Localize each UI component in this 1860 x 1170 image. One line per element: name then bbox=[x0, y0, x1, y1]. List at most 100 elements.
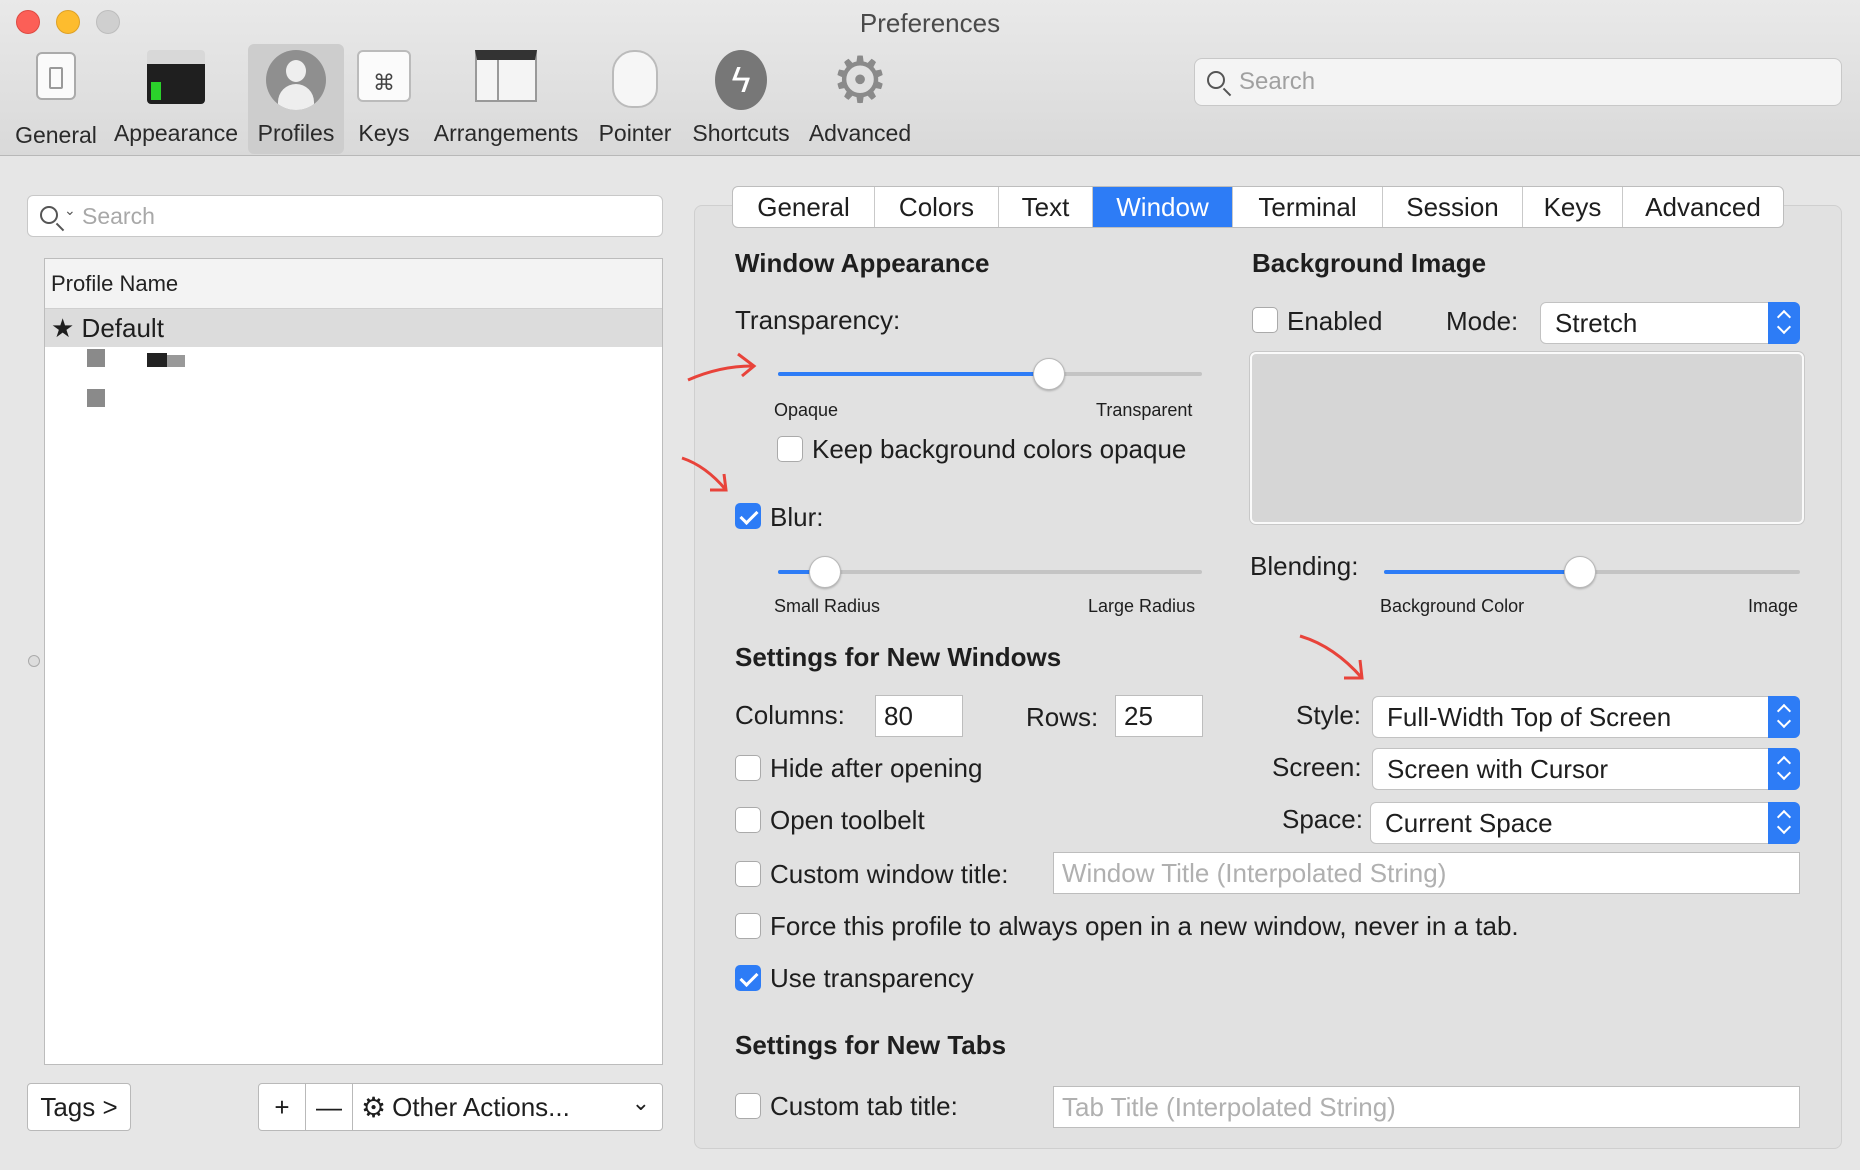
redacted-profile-icon bbox=[87, 349, 105, 367]
toolbar-keys[interactable]: ⌘ Keys bbox=[352, 44, 416, 154]
background-image-well[interactable] bbox=[1250, 352, 1804, 524]
split-view-handle[interactable] bbox=[28, 655, 40, 667]
annotation-arrow bbox=[687, 352, 757, 382]
force-new-window-label: Force this profile to always open in a n… bbox=[770, 911, 1519, 941]
profile-search-field[interactable]: ⌄ bbox=[27, 195, 663, 237]
command-key-icon: ⌘ bbox=[352, 50, 416, 114]
slider-min-label: Opaque bbox=[774, 400, 839, 420]
new-windows-heading: Settings for New Windows bbox=[735, 642, 1062, 672]
custom-window-title-label: Custom window title: bbox=[770, 859, 1009, 889]
profile-name-column-header[interactable]: Profile Name bbox=[45, 259, 662, 309]
tab-general[interactable]: General bbox=[733, 187, 875, 227]
slider-max-label: Large Radius bbox=[1088, 596, 1196, 616]
blur-checkbox[interactable] bbox=[735, 503, 761, 529]
screen-popup[interactable]: Screen with Cursor bbox=[1372, 748, 1800, 790]
arrangements-window-icon bbox=[474, 50, 538, 114]
tab-window[interactable]: Window bbox=[1093, 187, 1233, 227]
slider-max-label: Image bbox=[1748, 596, 1799, 616]
mode-label: Mode: bbox=[1446, 306, 1519, 336]
toolbar-search-input[interactable] bbox=[1239, 65, 1829, 99]
appearance-terminal-icon bbox=[144, 50, 208, 114]
profile-row-default[interactable]: ★ Default bbox=[45, 309, 662, 347]
toolbar-label: Advanced bbox=[808, 120, 912, 146]
custom-window-title-checkbox[interactable] bbox=[735, 861, 761, 887]
blending-slider[interactable] bbox=[1384, 556, 1800, 588]
redacted-profile-icon bbox=[87, 389, 105, 407]
use-transparency-checkbox[interactable] bbox=[735, 965, 761, 991]
bg-enabled-checkbox[interactable] bbox=[1252, 307, 1278, 333]
space-value: Current Space bbox=[1385, 808, 1553, 838]
slider-min-label: Small Radius bbox=[774, 596, 881, 616]
tab-text[interactable]: Text bbox=[999, 187, 1093, 227]
space-popup[interactable]: Current Space bbox=[1370, 802, 1800, 844]
force-new-window-checkbox[interactable] bbox=[735, 913, 761, 939]
window-title: Preferences bbox=[859, 8, 1001, 38]
transparency-slider[interactable] bbox=[778, 358, 1202, 390]
mode-value: Stretch bbox=[1555, 308, 1638, 338]
tab-keys[interactable]: Keys bbox=[1523, 187, 1623, 227]
remove-profile-button[interactable]: — bbox=[305, 1083, 353, 1131]
toolbar-profiles[interactable]: Profiles bbox=[248, 44, 344, 154]
search-icon bbox=[1207, 71, 1225, 89]
profile-settings-panel bbox=[694, 205, 1842, 1149]
other-actions-label: Other Actions... bbox=[392, 1091, 570, 1122]
toolbar-label: Profiles bbox=[257, 120, 335, 146]
toolbar-label: General bbox=[15, 122, 97, 148]
add-profile-button[interactable]: + bbox=[258, 1083, 306, 1131]
popup-chevrons-icon bbox=[1768, 802, 1800, 844]
slider-knob[interactable] bbox=[808, 556, 841, 588]
tab-session[interactable]: Session bbox=[1383, 187, 1523, 227]
open-toolbelt-checkbox[interactable] bbox=[735, 807, 761, 833]
hide-after-opening-label: Hide after opening bbox=[770, 753, 983, 783]
hide-after-opening-checkbox[interactable] bbox=[735, 755, 761, 781]
blur-label: Blur: bbox=[770, 502, 824, 532]
profile-tab-bar: General Colors Text Window Terminal Sess… bbox=[732, 186, 1784, 228]
mode-popup[interactable]: Stretch bbox=[1540, 302, 1800, 344]
toolbar-label: Pointer bbox=[598, 120, 672, 146]
profile-search-input[interactable] bbox=[82, 201, 652, 231]
tab-terminal[interactable]: Terminal bbox=[1233, 187, 1383, 227]
toolbar-pointer[interactable]: Pointer bbox=[592, 44, 678, 154]
tab-colors[interactable]: Colors bbox=[875, 187, 999, 227]
mouse-pointer-icon bbox=[603, 50, 667, 114]
redacted-profile-name bbox=[167, 355, 185, 367]
toolbar-appearance[interactable]: Appearance bbox=[110, 44, 242, 154]
window-toolbar: Preferences General Appearance Profiles … bbox=[0, 0, 1860, 156]
search-icon bbox=[40, 206, 58, 224]
blur-slider[interactable] bbox=[778, 556, 1202, 588]
bg-enabled-label: Enabled bbox=[1287, 306, 1383, 336]
toolbar-label: Shortcuts bbox=[692, 120, 790, 146]
toolbar-label: Arrangements bbox=[433, 120, 579, 146]
profile-person-icon bbox=[264, 50, 328, 114]
style-popup[interactable]: Full-Width Top of Screen bbox=[1372, 696, 1800, 738]
toolbar-advanced[interactable]: ⚙ Advanced bbox=[806, 44, 914, 154]
slider-fill bbox=[1384, 570, 1580, 574]
toolbar-general[interactable]: General bbox=[8, 44, 104, 154]
chevron-down-icon: ⌄ bbox=[631, 1090, 650, 1115]
toolbar-label: Keys bbox=[358, 120, 410, 146]
tab-advanced[interactable]: Advanced bbox=[1623, 187, 1783, 227]
lightning-bolt-icon: ϟ bbox=[709, 50, 773, 114]
toolbar-arrangements[interactable]: Arrangements bbox=[428, 44, 584, 154]
blending-label: Blending: bbox=[1250, 551, 1359, 581]
style-value: Full-Width Top of Screen bbox=[1387, 702, 1672, 732]
rows-label: Rows: bbox=[1026, 702, 1099, 732]
toolbar-search-field[interactable] bbox=[1194, 58, 1842, 106]
popup-chevrons-icon bbox=[1768, 302, 1800, 344]
annotation-arrow bbox=[1299, 634, 1364, 680]
screen-label: Screen: bbox=[1272, 752, 1362, 782]
custom-tab-title-field[interactable] bbox=[1053, 1086, 1800, 1128]
other-actions-menu[interactable]: ⚙ Other Actions... ⌄ bbox=[352, 1083, 663, 1131]
tags-button[interactable]: Tags > bbox=[27, 1083, 131, 1131]
popup-chevrons-icon bbox=[1768, 696, 1800, 738]
rows-field[interactable] bbox=[1115, 695, 1203, 737]
slider-knob[interactable] bbox=[1563, 556, 1596, 588]
columns-label: Columns: bbox=[735, 700, 845, 730]
use-transparency-label: Use transparency bbox=[770, 963, 974, 993]
keep-bg-opaque-label: Keep background colors opaque bbox=[812, 434, 1187, 464]
custom-window-title-field[interactable] bbox=[1053, 852, 1800, 894]
custom-tab-title-checkbox[interactable] bbox=[735, 1093, 761, 1119]
toolbar-shortcuts[interactable]: ϟ Shortcuts bbox=[686, 44, 796, 154]
columns-field[interactable] bbox=[875, 695, 963, 737]
keep-bg-opaque-checkbox[interactable] bbox=[777, 436, 803, 462]
